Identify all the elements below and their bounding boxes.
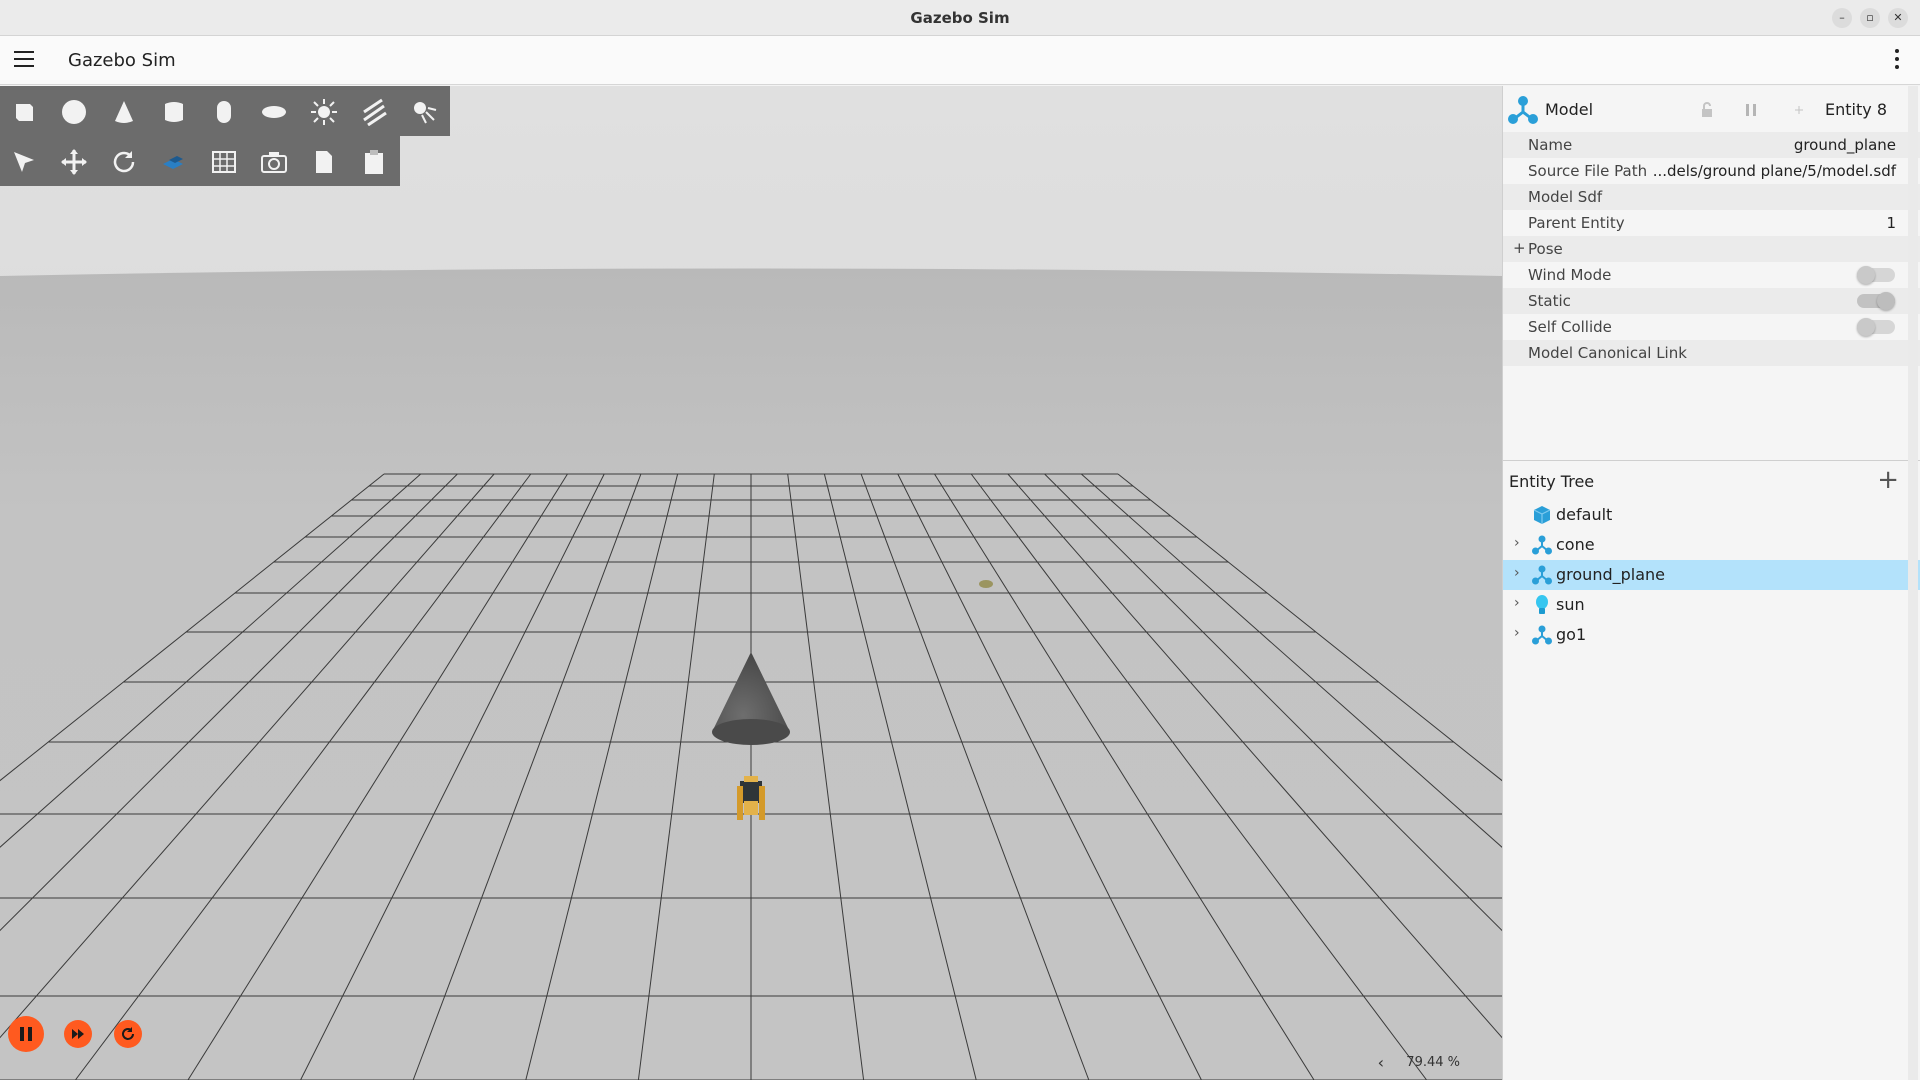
pause-button[interactable] — [8, 1016, 44, 1052]
property-key: Source File Path — [1528, 162, 1648, 180]
property-key: Pose — [1528, 240, 1563, 258]
property-key: Model Sdf — [1528, 188, 1603, 206]
entity-tree-header: Entity Tree + — [1503, 461, 1920, 501]
property-row-static: Static — [1503, 288, 1920, 314]
close-button[interactable]: ✕ — [1888, 8, 1908, 28]
capsule-icon[interactable] — [210, 98, 238, 126]
model-icon — [1532, 565, 1552, 585]
property-key: Wind Mode — [1528, 266, 1612, 284]
hamburger-menu-icon[interactable] — [14, 51, 34, 69]
model-icon — [1508, 96, 1538, 124]
property-key: Model Canonical Link — [1528, 344, 1687, 362]
maximize-button[interactable]: ▫ — [1860, 8, 1880, 28]
minimize-button[interactable]: – — [1832, 8, 1852, 28]
paste-icon[interactable] — [360, 148, 388, 176]
fast-forward-icon — [72, 1029, 84, 1039]
cylinder-icon[interactable] — [160, 98, 188, 126]
add-entity-icon[interactable]: + — [1877, 465, 1899, 495]
tree-item-label: default — [1556, 505, 1613, 524]
ellipsoid-icon[interactable] — [260, 98, 288, 126]
sphere-icon[interactable] — [60, 98, 88, 126]
reset-button[interactable] — [114, 1020, 142, 1048]
tree-item-label: sun — [1556, 595, 1585, 614]
property-value: ground_plane — [1793, 136, 1896, 154]
expand-chevron-icon[interactable]: › — [1514, 625, 1520, 641]
tree-item-default[interactable]: default — [1503, 500, 1920, 530]
world-cube-icon — [1533, 506, 1551, 524]
directional-light-icon[interactable] — [360, 98, 388, 126]
property-key: Static — [1528, 292, 1571, 310]
component-type-label: Model — [1545, 100, 1594, 119]
tree-item-label: ground_plane — [1556, 565, 1665, 584]
property-row-self-collide: Self Collide — [1503, 314, 1920, 340]
property-key: Parent Entity — [1528, 214, 1625, 232]
expand-chevron-icon[interactable]: › — [1514, 595, 1520, 611]
copy-icon[interactable] — [310, 148, 338, 176]
grid-icon[interactable] — [210, 148, 238, 176]
property-key: Name — [1528, 136, 1573, 154]
tree-item-label: cone — [1556, 535, 1595, 554]
box-icon[interactable] — [10, 98, 38, 126]
tree-item-go1[interactable]: › go1 — [1503, 620, 1920, 650]
tree-item-label: go1 — [1556, 625, 1587, 644]
tree-item-ground-plane[interactable]: › ground_plane — [1503, 560, 1920, 590]
property-row-source-file-path: Source File Path ...dels/ground plane/5/… — [1503, 158, 1920, 184]
shapes-toolbar — [0, 86, 450, 136]
property-row-model-sdf: Model Sdf — [1503, 184, 1920, 210]
tree-item-cone[interactable]: › cone — [1503, 530, 1920, 560]
go1-robot-model[interactable] — [737, 776, 765, 820]
spot-light-icon[interactable] — [410, 98, 438, 126]
property-row-name: Name ground_plane — [1503, 132, 1920, 158]
model-icon — [1532, 625, 1552, 645]
add-component-icon[interactable] — [1793, 104, 1805, 116]
entity-tree: default › cone › ground_plane › sun › go… — [1503, 500, 1920, 650]
window-title: Gazebo Sim — [910, 9, 1010, 27]
model-icon — [1532, 535, 1552, 555]
window-titlebar: Gazebo Sim – ▫ ✕ — [0, 0, 1920, 36]
property-row-pose[interactable]: + Pose — [1503, 236, 1920, 262]
transform-toolbar — [0, 136, 400, 186]
static-toggle[interactable] — [1857, 292, 1895, 310]
reset-icon — [122, 1027, 134, 1040]
expand-chevron-icon[interactable]: › — [1514, 565, 1520, 581]
app-title: Gazebo Sim — [68, 50, 176, 71]
component-inspector-header: Model Entity 8 — [1503, 86, 1920, 134]
snap-icon[interactable] — [160, 148, 188, 176]
self-collide-toggle[interactable] — [1857, 318, 1895, 336]
real-time-factor: 79.44 % — [1406, 1055, 1460, 1070]
property-row-parent-entity: Parent Entity 1 — [1503, 210, 1920, 236]
property-value: 1 — [1886, 214, 1896, 232]
step-button[interactable] — [64, 1020, 92, 1048]
lock-icon[interactable] — [1699, 102, 1715, 118]
wind-mode-toggle[interactable] — [1857, 266, 1895, 284]
scene-3d-viewport[interactable]: ‹ 79.44 % — [0, 86, 1502, 1080]
property-value: ...dels/ground plane/5/model.sdf — [1652, 162, 1896, 180]
expand-pose-icon[interactable]: + — [1513, 239, 1526, 257]
property-key: Self Collide — [1528, 318, 1612, 336]
select-arrow-icon[interactable] — [10, 148, 38, 176]
entity-id-label: Entity 8 — [1825, 100, 1887, 119]
panel-scrollbar[interactable] — [1908, 86, 1918, 1080]
sun-light-icon[interactable] — [310, 98, 338, 126]
kebab-menu-icon[interactable] — [1894, 49, 1900, 71]
entity-tree-title: Entity Tree — [1509, 472, 1595, 491]
rotate-icon[interactable] — [110, 148, 138, 176]
pause-updates-icon[interactable] — [1743, 102, 1759, 118]
translate-icon[interactable] — [60, 148, 88, 176]
tree-item-sun[interactable]: › sun — [1503, 590, 1920, 620]
app-header: Gazebo Sim — [0, 36, 1920, 85]
property-row-model-canonical-link: Model Canonical Link — [1503, 340, 1920, 366]
expand-chevron-icon[interactable]: › — [1514, 535, 1520, 551]
right-panel: Model Entity 8 Name ground_plane Source … — [1502, 86, 1920, 1080]
screenshot-icon[interactable] — [260, 148, 288, 176]
component-properties: Name ground_plane Source File Path ...de… — [1503, 132, 1920, 366]
property-row-wind-mode: Wind Mode — [1503, 262, 1920, 288]
cone-icon[interactable] — [110, 98, 138, 126]
scene-render — [0, 86, 1502, 1080]
pause-icon — [20, 1027, 32, 1041]
stats-collapse-icon[interactable]: ‹ — [1378, 1053, 1384, 1072]
light-bulb-icon — [1536, 595, 1548, 614]
